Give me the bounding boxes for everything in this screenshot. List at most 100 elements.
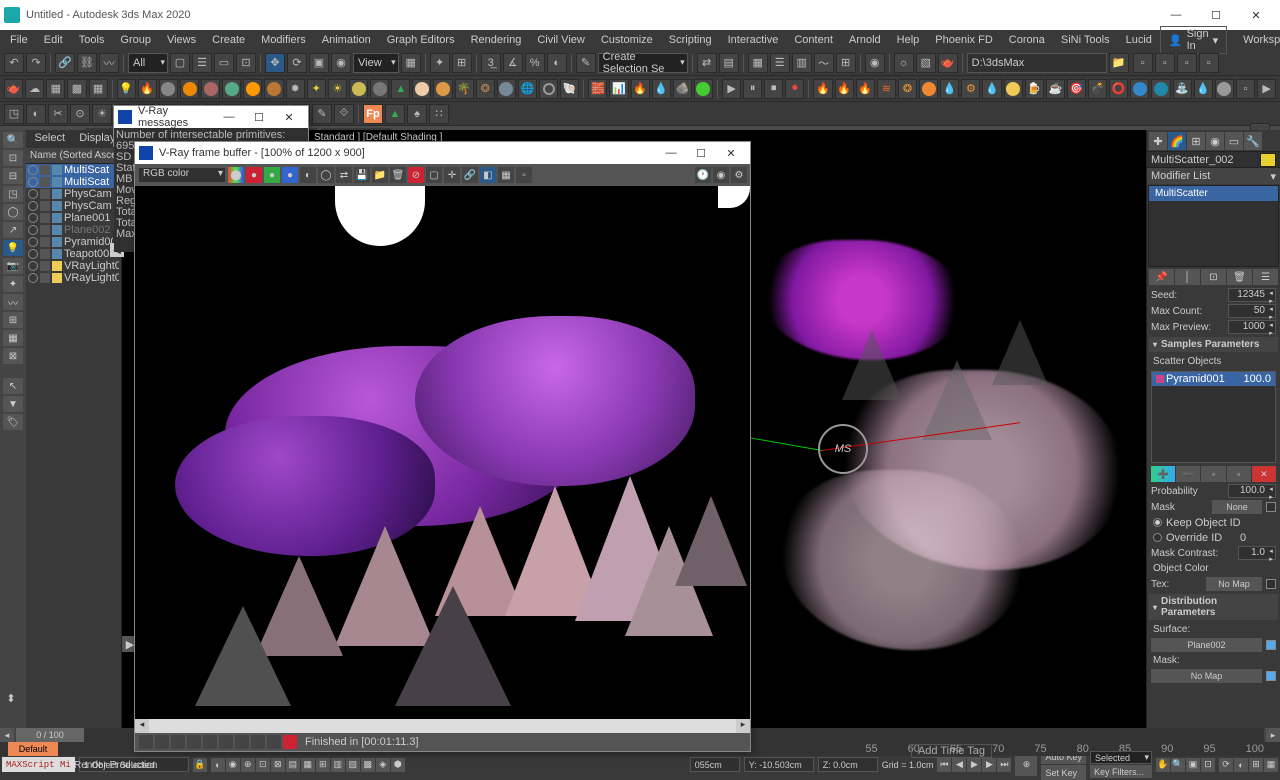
mask2-enable-check[interactable] [1266,671,1276,681]
vfb-save-button[interactable]: 💾 [354,167,370,183]
vfb-compare-button[interactable]: ◧ [480,167,496,183]
tb3-dots[interactable]: ∷ [429,104,449,124]
align-button[interactable]: ▤ [719,53,739,73]
vfb-status-btn5[interactable] [203,735,217,749]
vfb-status-btn2[interactable] [155,735,169,749]
keyboard-shortcut-button[interactable]: ⊞ [452,53,472,73]
nav-pan-button[interactable]: ✋ [1156,758,1170,772]
menu-group[interactable]: Group [112,32,159,48]
edit-named-sel-button[interactable]: ✎ [576,53,596,73]
menu-arnold[interactable]: Arnold [841,32,889,48]
multiscatter-gizmo[interactable]: MS [818,424,868,474]
configure-sets-button[interactable]: ☰ [1253,269,1278,285]
nav-extra-button[interactable]: ▦ [1264,758,1278,772]
vfb-clear-button[interactable]: 🗑 [390,167,406,183]
material-editor-button[interactable]: ◉ [865,53,885,73]
tex-map-button[interactable]: No Map [1206,577,1262,591]
tex-enable-check[interactable] [1266,579,1276,589]
status-m10[interactable]: ▨ [346,758,360,772]
trackview-toggle[interactable]: ⬍ [4,670,18,726]
se-tool-group[interactable]: ⊞ [3,312,23,328]
remove-modifier-button[interactable]: 🗑 [1227,269,1252,285]
override-id-spinner[interactable]: 0 [1240,532,1274,544]
time-config-button[interactable]: ⊕ [1015,754,1037,776]
se-row-7[interactable]: Teapot001 [26,248,121,260]
vfb-minimize[interactable]: — [656,143,686,163]
pin-stack-button[interactable]: 📌 [1149,269,1174,285]
freeze-icon[interactable] [40,237,50,247]
fx-blue1-icon[interactable] [1130,79,1149,99]
fx-burst-icon[interactable]: ✸ [286,79,305,99]
mirror-button[interactable]: ⇄ [697,53,717,73]
project-folder-field[interactable]: D:\3dsMax [967,53,1107,73]
keep-object-id-radio[interactable] [1153,518,1162,527]
play-anim-button[interactable]: ▶ [967,758,981,772]
coord-y-field[interactable]: Y: -10.503cm [744,757,814,772]
mask-contrast-spinner[interactable]: 1.0 [1238,546,1276,560]
toggle-explorer-button[interactable]: ▦ [748,53,768,73]
modify-tab[interactable]: 🌈 [1168,132,1186,150]
freeze-icon[interactable] [40,177,50,187]
fx-orb7-icon[interactable] [349,79,368,99]
nav-zoom-button[interactable]: 🔍 [1171,758,1185,772]
fx-beer-icon[interactable]: 🍺 [1025,79,1044,99]
fx-tree-icon[interactable]: ▲ [391,79,410,99]
vfb-render-view[interactable] [135,186,750,719]
fx-fire1-icon[interactable]: 🔥 [813,79,832,99]
vfb-trackmouse-button[interactable]: ✛ [444,167,460,183]
fx-gold-icon[interactable] [1004,79,1023,99]
vray-messages-titlebar[interactable]: V-Ray messages — ☐ ✕ [114,106,308,128]
menu-animation[interactable]: Animation [314,32,379,48]
scatter-objects-list[interactable]: Pyramid001100.0 [1151,371,1276,463]
menu-rendering[interactable]: Rendering [463,32,530,48]
status-m9[interactable]: ▥ [331,758,345,772]
fx-fd-button[interactable]: ▦ [46,79,65,99]
vfb-load-button[interactable]: 📁 [372,167,388,183]
fx-orb3-icon[interactable] [201,79,220,99]
fx-bars-icon[interactable]: 📊 [609,79,628,99]
visibility-icon[interactable] [28,213,38,223]
fx-fire-icon[interactable]: 🔥 [631,79,650,99]
fx-fd2-button[interactable]: ▩ [67,79,86,99]
scatter-delete-button[interactable]: ✕ [1252,466,1276,482]
visibility-icon[interactable] [28,177,38,187]
se-tool-light[interactable]: 💡 [3,240,23,256]
percent-snap-button[interactable]: % [525,53,545,73]
vfb-alpha-button[interactable]: ◐ [300,167,316,183]
minimize-button[interactable]: — [1156,4,1196,26]
add-time-tag-button[interactable]: Add Time Tag [911,744,992,758]
fx-orb1-icon[interactable] [159,79,178,99]
maxcount-spinner[interactable]: 50 [1228,304,1276,318]
tb3-tool3[interactable]: ✂ [48,104,68,124]
fx-teapot-button[interactable]: 🫖 [4,79,23,99]
status-m2[interactable]: ◉ [226,758,240,772]
undo-button[interactable]: ↶ [4,53,24,73]
autoback-2-button[interactable]: ▫ [1155,53,1175,73]
vfb-titlebar[interactable]: V-Ray frame buffer - [100% of 1200 x 900… [135,142,750,164]
fx-fire2-icon[interactable]: 🔥 [835,79,854,99]
distribution-rollout-header[interactable]: Distribution Parameters [1149,594,1278,620]
vfb-status-btn9[interactable] [267,735,281,749]
menu-corona[interactable]: Corona [1001,32,1053,48]
mask2-map-button[interactable]: No Map [1151,669,1262,683]
fp-button[interactable]: Fp [363,104,383,124]
visibility-icon[interactable] [28,237,38,247]
vfb-status-btn1[interactable] [139,735,153,749]
se-tool-filter[interactable]: ⊡ [3,150,23,166]
pause-button[interactable]: ⏸ [743,79,762,99]
object-name-field[interactable]: MultiScatter_002 [1147,152,1280,168]
seed-spinner[interactable]: 12345 [1228,288,1276,302]
se-column-header[interactable]: Name (Sorted Asce [26,148,121,164]
visibility-icon[interactable] [28,189,38,199]
vray-frame-buffer-window[interactable]: V-Ray frame buffer - [100% of 1200 x 900… [134,141,751,752]
menu-scripting[interactable]: Scripting [661,32,720,48]
fx-orb10-icon[interactable] [433,79,452,99]
fx-orb2-icon[interactable] [180,79,199,99]
vfb-stop-render-button[interactable]: ⊘ [408,167,424,183]
se-row-5[interactable]: Plane002 [26,224,121,236]
modifier-list-dropdown[interactable]: Modifier List▾ [1147,168,1280,184]
menu-modifiers[interactable]: Modifiers [253,32,314,48]
lock-selection-button[interactable]: 🔒 [193,758,207,772]
status-m12[interactable]: ◈ [376,758,390,772]
fx-orb8-icon[interactable] [370,79,389,99]
